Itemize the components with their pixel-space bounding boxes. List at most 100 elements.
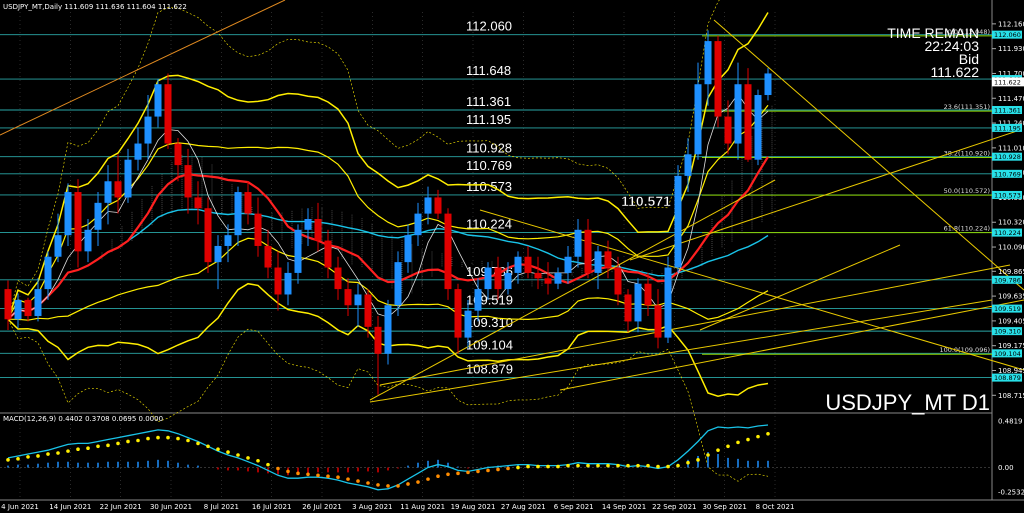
candle-body — [634, 283, 642, 322]
price-tick-label: 109.405 — [998, 317, 1024, 325]
macd-signal-dot — [446, 472, 450, 477]
candle-body — [374, 326, 382, 354]
macd-signal-dot — [426, 477, 430, 481]
macd-signal-dot — [326, 474, 330, 479]
macd-signal-dot — [36, 454, 40, 458]
macd-signal-dot — [56, 451, 60, 455]
candle-body — [594, 251, 602, 273]
time-tick-label: 11 Aug 2021 — [400, 503, 445, 511]
macd-signal-dot — [146, 436, 150, 441]
price-tick-label: 111.470 — [998, 95, 1024, 103]
candle-body — [544, 278, 552, 284]
price-level-tag-text: 112.060 — [994, 31, 1021, 39]
candle-body — [534, 272, 542, 279]
macd-signal-dot — [466, 470, 470, 475]
macd-signal-dot — [676, 463, 680, 468]
candle-body — [554, 272, 562, 284]
macd-signal-dot — [766, 431, 770, 436]
time-tick-label: 14 Jun 2021 — [49, 503, 91, 511]
price-level-tag-text: 110.769 — [994, 170, 1021, 178]
candle-body — [14, 299, 22, 320]
price-level-label: 109.519 — [466, 293, 513, 308]
candle-body — [754, 95, 762, 160]
macd-signal-dot — [286, 469, 290, 474]
candle-body — [274, 267, 282, 295]
candle-body — [354, 294, 362, 306]
macd-signal-dot — [706, 453, 710, 457]
candle-body — [204, 208, 212, 263]
macd-tick-label: 0.00 — [998, 464, 1014, 472]
candle-body — [664, 267, 672, 338]
macd-signal-dot — [196, 441, 200, 446]
candle-body — [404, 235, 412, 263]
macd-signal-dot — [416, 480, 420, 484]
macd-signal-dot — [726, 444, 730, 449]
candle-body — [114, 181, 122, 198]
candle-body — [74, 192, 82, 252]
time-tick-label: 14 Sep 2021 — [602, 503, 646, 511]
macd-signal-dot — [586, 463, 590, 468]
symbol-header: USDJPY_MT,Daily 111.609 111.636 111.604 … — [3, 3, 187, 11]
price-level-tag-text: 109.310 — [994, 328, 1021, 336]
macd-signal-dot — [186, 438, 190, 443]
macd-signal-dot — [396, 484, 400, 488]
current-price-tag-text: 111.622 — [994, 78, 1021, 86]
macd-signal-dot — [606, 463, 610, 468]
candle-body — [344, 289, 352, 306]
time-tick-label: 22 Jun 2021 — [100, 503, 142, 511]
candle-body — [304, 219, 312, 230]
candle-body — [694, 84, 702, 155]
macd-signal-dot — [566, 463, 570, 468]
candle-body — [254, 213, 262, 246]
price-tick-label: 111.930 — [998, 45, 1024, 53]
fib-level-label: 50.0(110.572) — [944, 187, 990, 195]
macd-signal-dot — [116, 441, 120, 446]
macd-signal-dot — [176, 436, 180, 441]
price-level-label: 111.648 — [466, 63, 511, 78]
candle-body — [184, 165, 192, 198]
time-tick-label: 22 Sep 2021 — [652, 503, 696, 511]
candle-body — [34, 289, 42, 317]
candle-body — [444, 213, 452, 290]
candle-body — [244, 192, 252, 214]
macd-signal-dot — [86, 446, 90, 451]
macd-signal-dot — [386, 484, 390, 488]
candle-body — [384, 305, 392, 354]
macd-signal-dot — [696, 458, 700, 462]
candle-body — [44, 256, 52, 290]
macd-signal-dot — [26, 455, 30, 459]
candle-body — [684, 154, 692, 176]
macd-signal-dot — [716, 448, 720, 452]
price-level-label: 111.195 — [466, 112, 511, 127]
price-tick-label: 108.715 — [998, 392, 1024, 400]
candle-body — [4, 289, 12, 320]
price-tick-label: 110.090 — [998, 244, 1024, 252]
time-tick-label: 19 Aug 2021 — [451, 503, 496, 511]
chart-canvas[interactable]: 112.060 111.648 111.361 111.195 110.928 110.7… — [0, 0, 1024, 513]
candle-body — [504, 272, 512, 290]
chart-background — [0, 0, 1024, 513]
candle-body — [124, 159, 132, 198]
candle-body — [524, 256, 532, 273]
candle-body — [314, 219, 322, 241]
macd-signal-dot — [646, 463, 650, 468]
time-tick-label: 8 Jul 2021 — [204, 503, 239, 511]
candle-body — [494, 267, 502, 290]
candle-body — [584, 229, 592, 273]
time-tick-label: 8 Oct 2021 — [756, 503, 795, 511]
price-level-tag-text: 109.519 — [994, 305, 1021, 313]
candle-body — [624, 294, 632, 322]
time-tick-label: 27 Aug 2021 — [501, 503, 546, 511]
macd-signal-dot — [76, 447, 80, 451]
price-level-tag-text: 109.104 — [994, 350, 1021, 358]
candle-body — [334, 267, 342, 290]
candle-body — [104, 181, 112, 203]
price-level-tag-text: 110.573 — [994, 191, 1021, 199]
candle-body — [54, 235, 62, 257]
candle-body — [764, 73, 772, 96]
price-annotation: 110.571 — [621, 193, 671, 209]
macd-signal-dot — [226, 450, 230, 454]
macd-tick-label: -0.2532 — [998, 489, 1024, 497]
candle-body — [224, 235, 232, 246]
macd-signal-dot — [46, 452, 50, 456]
